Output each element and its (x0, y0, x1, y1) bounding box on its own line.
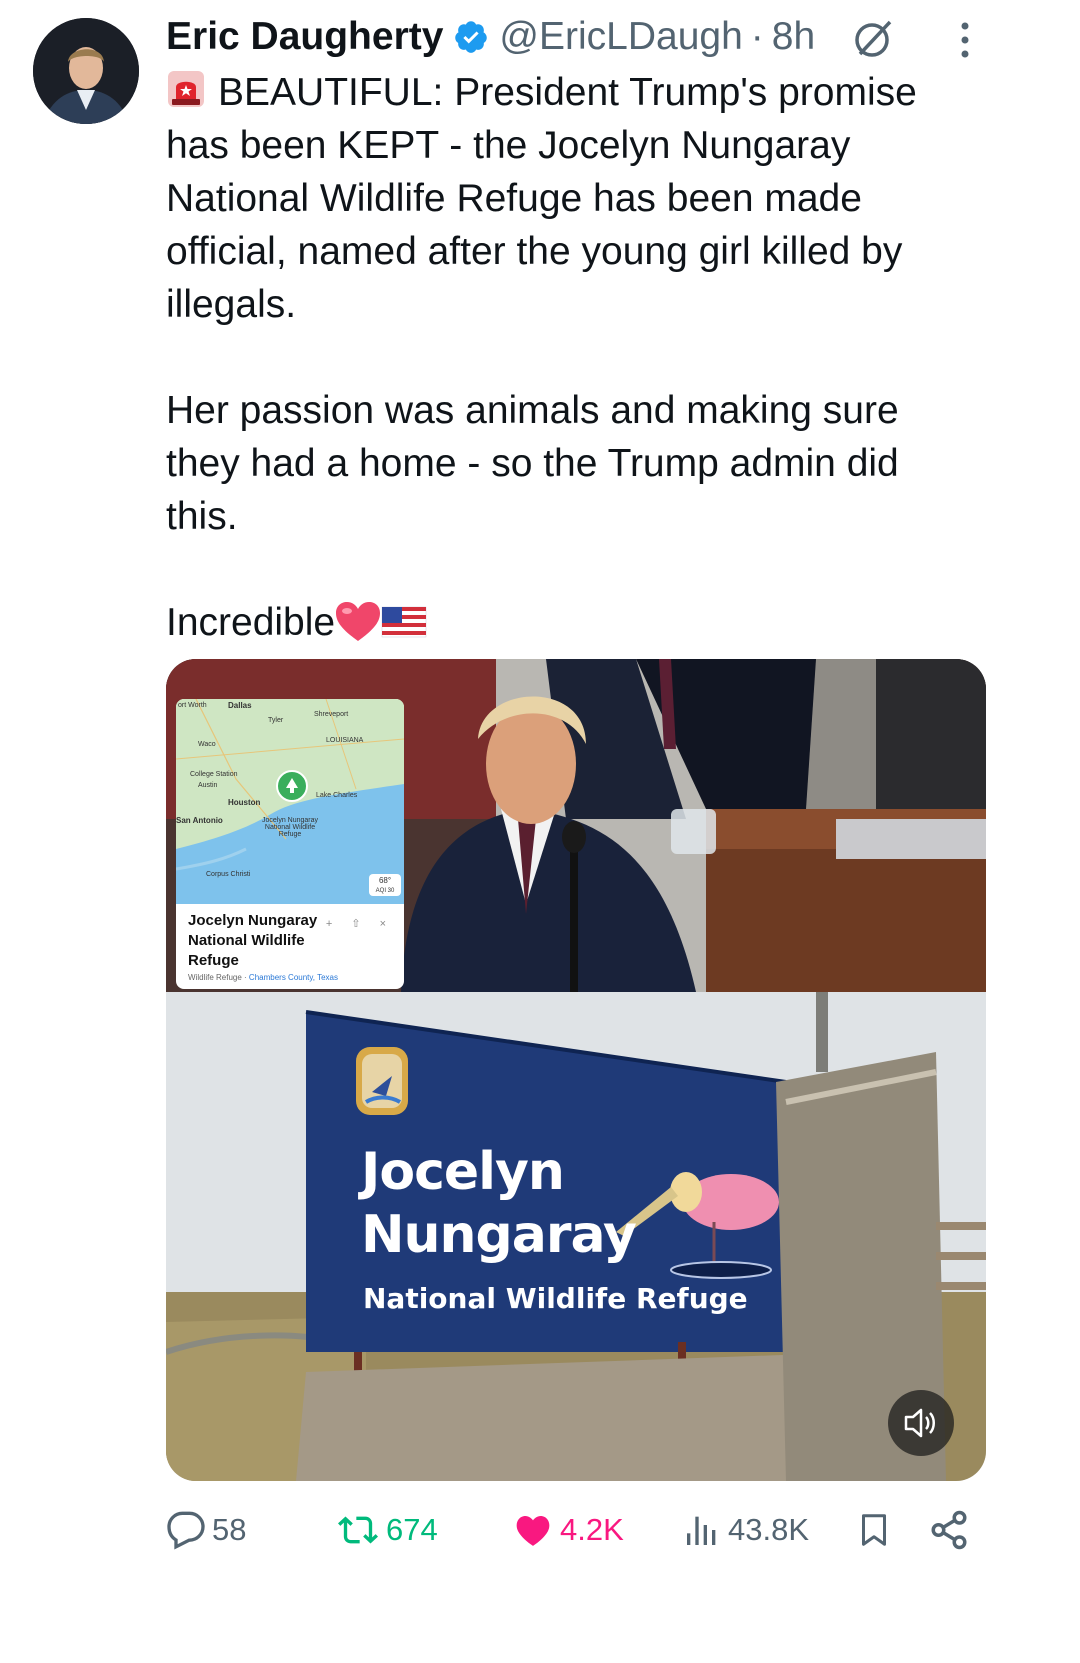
paragraph-3: Incredible (166, 596, 966, 649)
media-image[interactable]: ort Worth Dallas Tyler Shreveport LOUISI… (166, 659, 986, 1481)
volume-button[interactable] (888, 1390, 954, 1456)
reply-count: 58 (212, 1512, 247, 1547)
repost-count: 674 (386, 1512, 438, 1547)
views-chart-icon (687, 1516, 716, 1545)
map-label-houston: Houston (228, 798, 261, 807)
bookmark-button[interactable] (856, 1505, 898, 1555)
map-label-austin: Austin (198, 782, 218, 789)
author-name[interactable]: Eric Daugherty (166, 15, 443, 59)
views-button[interactable]: 43.8K (682, 1505, 809, 1555)
bookmark-icon (862, 1514, 886, 1546)
map-label-tyler: Tyler (268, 717, 284, 724)
weather-temp: 68° (378, 876, 392, 885)
map-label-san-antonio: San Antonio (176, 816, 223, 825)
heart-icon (516, 1516, 550, 1546)
media-bottom-sign-photo: Jocelyn Nungaray National Wildlife Refug… (166, 992, 986, 1481)
share-icon (931, 1510, 967, 1550)
map-place-title: Jocelyn Nungaray National Wildlife Refug… (188, 912, 318, 969)
post-time[interactable]: 8h (772, 15, 815, 59)
paragraph-2: Her passion was animals and making sure … (166, 389, 899, 538)
map-place-location: Chambers County, Texas (248, 973, 338, 982)
like-count: 4.2K (560, 1512, 624, 1547)
paragraph-1-text: BEAUTIFUL: President Trump's promise has… (166, 71, 917, 326)
map-label-refuge-pin: Jocelyn Nungaray National Wildlife Refug… (261, 817, 319, 838)
separator-dot: · (750, 15, 764, 58)
tweet[interactable]: Eric Daugherty @EricLDaugh · 8h BEAUTIFU… (0, 0, 1080, 1663)
paragraph-1: BEAUTIFUL: President Trump's promise has… (166, 66, 966, 331)
sign-line-3: National Wildlife Refuge (363, 1282, 748, 1315)
map-card: ort Worth Dallas Tyler Shreveport LOUISI… (176, 699, 404, 989)
like-button[interactable]: 4.2K (512, 1505, 624, 1555)
tweet-header: Eric Daugherty @EricLDaugh · 8h (166, 12, 1040, 62)
map-label-fort-worth: ort Worth (178, 702, 207, 709)
reply-button[interactable]: 58 (166, 1505, 246, 1555)
repost-button[interactable]: 674 (336, 1505, 438, 1555)
map-label-corpus-christi: Corpus Christi (206, 871, 251, 878)
us-flag-emoji-icon (381, 606, 427, 638)
map-label-college-station: College Station (190, 771, 238, 778)
action-bar: 58 674 4.2K 43.8K (166, 1505, 976, 1555)
tweet-text: BEAUTIFUL: President Trump's promise has… (166, 66, 966, 649)
author-handle[interactable]: @EricLDaugh (499, 15, 742, 59)
verified-badge-icon (455, 21, 488, 53)
weather-aqi: AQI 30 (375, 888, 395, 894)
sign-line-2: Nungaray (361, 1205, 637, 1265)
avatar[interactable] (33, 18, 139, 124)
map-label-shreveport: Shreveport (314, 711, 349, 718)
reply-icon (167, 1511, 205, 1550)
map-place-subtitle: Wildlife Refuge · Chambers County, Texas (188, 973, 398, 982)
weather-badge: 68° AQI 30 (369, 874, 401, 896)
share-button[interactable] (928, 1505, 976, 1555)
map-card-actions: + ⇧ × (325, 918, 394, 930)
sign-line-1: Jocelyn (361, 1142, 565, 1202)
grok-icon[interactable] (850, 14, 898, 62)
map-place-type: Wildlife Refuge · (188, 973, 249, 982)
map-label-lake-charles: Lake Charles (316, 792, 358, 799)
map-label-dallas: Dallas (228, 701, 252, 710)
repost-icon (338, 1516, 378, 1544)
more-options-icon[interactable] (950, 18, 980, 62)
red-heart-emoji-icon (336, 602, 381, 641)
rotating-light-emoji-icon (168, 71, 204, 107)
speaker-icon (904, 1408, 935, 1438)
map-label-waco: Waco (198, 741, 216, 748)
map-label-louisiana: LOUISIANA (326, 737, 364, 744)
view-count: 43.8K (728, 1512, 810, 1547)
media-top-scene: ort Worth Dallas Tyler Shreveport LOUISI… (166, 659, 986, 992)
paragraph-3-text: Incredible (166, 601, 336, 644)
map-area: ort Worth Dallas Tyler Shreveport LOUISI… (176, 699, 404, 904)
